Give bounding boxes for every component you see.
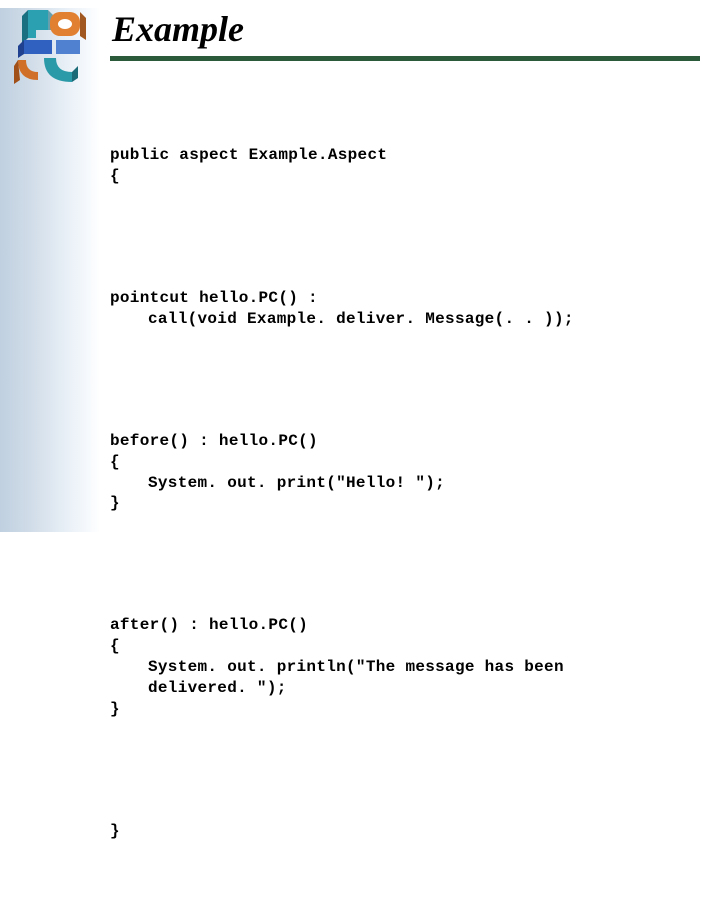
code-line: pointcut hello.PC() : <box>110 289 318 307</box>
code-line: after() : hello.PC() <box>110 616 308 634</box>
code-area: public aspect Example.Aspect { pointcut … <box>110 83 700 901</box>
code-line: System. out. println("The message has be… <box>110 657 564 678</box>
code-line: } <box>110 700 120 718</box>
code-after: after() : hello.PC() { System. out. prin… <box>110 595 700 720</box>
code-close: } <box>110 800 700 842</box>
logo-icon <box>10 4 90 84</box>
code-line: System. out. print("Hello! "); <box>110 473 445 494</box>
code-line: delivered. "); <box>110 678 287 699</box>
code-line: public aspect Example.Aspect <box>110 146 387 164</box>
code-pointcut: pointcut hello.PC() : call(void Example.… <box>110 267 700 329</box>
title-underline <box>110 56 700 61</box>
code-line: { <box>110 637 120 655</box>
slide-content: Example public aspect Example.Aspect { p… <box>110 8 700 901</box>
sidebar-gradient <box>0 8 100 532</box>
code-line: { <box>110 453 120 471</box>
code-line: } <box>110 822 120 840</box>
code-line: call(void Example. deliver. Message(. . … <box>110 309 574 330</box>
code-line: before() : hello.PC() <box>110 432 318 450</box>
slide-title: Example <box>110 8 700 50</box>
code-before: before() : hello.PC() { System. out. pri… <box>110 410 700 514</box>
code-line: { <box>110 167 120 185</box>
code-line: } <box>110 494 120 512</box>
code-declaration: public aspect Example.Aspect { <box>110 125 700 187</box>
